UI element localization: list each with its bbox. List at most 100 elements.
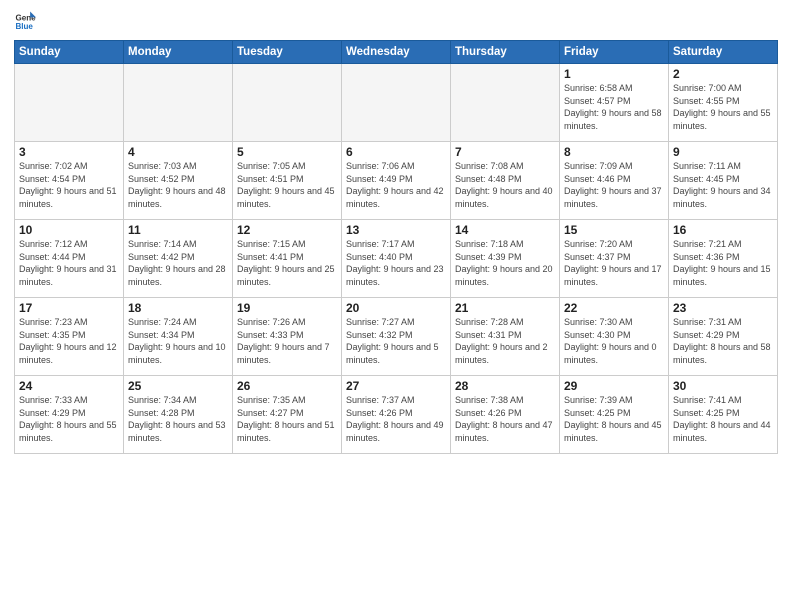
day-cell: 21Sunrise: 7:28 AM Sunset: 4:31 PM Dayli… <box>451 298 560 376</box>
day-number: 23 <box>673 301 773 315</box>
day-number: 4 <box>128 145 228 159</box>
logo-icon: General Blue <box>14 10 36 32</box>
day-cell: 3Sunrise: 7:02 AM Sunset: 4:54 PM Daylig… <box>15 142 124 220</box>
day-cell: 12Sunrise: 7:15 AM Sunset: 4:41 PM Dayli… <box>233 220 342 298</box>
day-info: Sunrise: 7:34 AM Sunset: 4:28 PM Dayligh… <box>128 394 228 444</box>
day-cell: 15Sunrise: 7:20 AM Sunset: 4:37 PM Dayli… <box>560 220 669 298</box>
week-row-1: 1Sunrise: 6:58 AM Sunset: 4:57 PM Daylig… <box>15 64 778 142</box>
day-cell: 20Sunrise: 7:27 AM Sunset: 4:32 PM Dayli… <box>342 298 451 376</box>
day-info: Sunrise: 7:12 AM Sunset: 4:44 PM Dayligh… <box>19 238 119 288</box>
day-info: Sunrise: 7:37 AM Sunset: 4:26 PM Dayligh… <box>346 394 446 444</box>
day-info: Sunrise: 7:38 AM Sunset: 4:26 PM Dayligh… <box>455 394 555 444</box>
day-cell: 27Sunrise: 7:37 AM Sunset: 4:26 PM Dayli… <box>342 376 451 454</box>
day-cell: 1Sunrise: 6:58 AM Sunset: 4:57 PM Daylig… <box>560 64 669 142</box>
day-cell: 11Sunrise: 7:14 AM Sunset: 4:42 PM Dayli… <box>124 220 233 298</box>
day-cell: 28Sunrise: 7:38 AM Sunset: 4:26 PM Dayli… <box>451 376 560 454</box>
week-row-4: 17Sunrise: 7:23 AM Sunset: 4:35 PM Dayli… <box>15 298 778 376</box>
day-info: Sunrise: 7:09 AM Sunset: 4:46 PM Dayligh… <box>564 160 664 210</box>
day-info: Sunrise: 7:11 AM Sunset: 4:45 PM Dayligh… <box>673 160 773 210</box>
day-info: Sunrise: 7:14 AM Sunset: 4:42 PM Dayligh… <box>128 238 228 288</box>
day-number: 8 <box>564 145 664 159</box>
day-info: Sunrise: 7:21 AM Sunset: 4:36 PM Dayligh… <box>673 238 773 288</box>
svg-text:Blue: Blue <box>15 22 33 31</box>
day-cell: 6Sunrise: 7:06 AM Sunset: 4:49 PM Daylig… <box>342 142 451 220</box>
header-cell-wednesday: Wednesday <box>342 41 451 64</box>
day-cell <box>342 64 451 142</box>
day-number: 26 <box>237 379 337 393</box>
day-info: Sunrise: 7:41 AM Sunset: 4:25 PM Dayligh… <box>673 394 773 444</box>
day-number: 29 <box>564 379 664 393</box>
day-cell <box>233 64 342 142</box>
day-number: 30 <box>673 379 773 393</box>
day-info: Sunrise: 7:39 AM Sunset: 4:25 PM Dayligh… <box>564 394 664 444</box>
day-cell: 18Sunrise: 7:24 AM Sunset: 4:34 PM Dayli… <box>124 298 233 376</box>
day-number: 15 <box>564 223 664 237</box>
day-cell: 14Sunrise: 7:18 AM Sunset: 4:39 PM Dayli… <box>451 220 560 298</box>
day-cell: 24Sunrise: 7:33 AM Sunset: 4:29 PM Dayli… <box>15 376 124 454</box>
day-cell: 25Sunrise: 7:34 AM Sunset: 4:28 PM Dayli… <box>124 376 233 454</box>
day-cell <box>124 64 233 142</box>
day-number: 19 <box>237 301 337 315</box>
day-info: Sunrise: 7:35 AM Sunset: 4:27 PM Dayligh… <box>237 394 337 444</box>
day-cell: 30Sunrise: 7:41 AM Sunset: 4:25 PM Dayli… <box>669 376 778 454</box>
calendar-header: SundayMondayTuesdayWednesdayThursdayFrid… <box>15 41 778 64</box>
day-number: 9 <box>673 145 773 159</box>
day-number: 3 <box>19 145 119 159</box>
header: General Blue <box>14 10 778 32</box>
header-cell-sunday: Sunday <box>15 41 124 64</box>
day-info: Sunrise: 7:15 AM Sunset: 4:41 PM Dayligh… <box>237 238 337 288</box>
day-info: Sunrise: 7:20 AM Sunset: 4:37 PM Dayligh… <box>564 238 664 288</box>
day-number: 18 <box>128 301 228 315</box>
week-row-5: 24Sunrise: 7:33 AM Sunset: 4:29 PM Dayli… <box>15 376 778 454</box>
day-cell: 13Sunrise: 7:17 AM Sunset: 4:40 PM Dayli… <box>342 220 451 298</box>
day-cell: 19Sunrise: 7:26 AM Sunset: 4:33 PM Dayli… <box>233 298 342 376</box>
day-number: 27 <box>346 379 446 393</box>
day-number: 7 <box>455 145 555 159</box>
day-info: Sunrise: 7:26 AM Sunset: 4:33 PM Dayligh… <box>237 316 337 366</box>
day-cell: 7Sunrise: 7:08 AM Sunset: 4:48 PM Daylig… <box>451 142 560 220</box>
calendar-table: SundayMondayTuesdayWednesdayThursdayFrid… <box>14 40 778 454</box>
week-row-3: 10Sunrise: 7:12 AM Sunset: 4:44 PM Dayli… <box>15 220 778 298</box>
header-cell-thursday: Thursday <box>451 41 560 64</box>
day-info: Sunrise: 7:03 AM Sunset: 4:52 PM Dayligh… <box>128 160 228 210</box>
calendar-body: 1Sunrise: 6:58 AM Sunset: 4:57 PM Daylig… <box>15 64 778 454</box>
day-number: 28 <box>455 379 555 393</box>
day-cell <box>451 64 560 142</box>
day-info: Sunrise: 7:24 AM Sunset: 4:34 PM Dayligh… <box>128 316 228 366</box>
logo: General Blue <box>14 10 40 32</box>
day-cell <box>15 64 124 142</box>
day-number: 20 <box>346 301 446 315</box>
day-info: Sunrise: 7:27 AM Sunset: 4:32 PM Dayligh… <box>346 316 446 366</box>
day-number: 14 <box>455 223 555 237</box>
day-info: Sunrise: 7:06 AM Sunset: 4:49 PM Dayligh… <box>346 160 446 210</box>
day-number: 2 <box>673 67 773 81</box>
day-number: 12 <box>237 223 337 237</box>
day-cell: 9Sunrise: 7:11 AM Sunset: 4:45 PM Daylig… <box>669 142 778 220</box>
day-cell: 17Sunrise: 7:23 AM Sunset: 4:35 PM Dayli… <box>15 298 124 376</box>
day-info: Sunrise: 7:33 AM Sunset: 4:29 PM Dayligh… <box>19 394 119 444</box>
day-cell: 4Sunrise: 7:03 AM Sunset: 4:52 PM Daylig… <box>124 142 233 220</box>
day-number: 17 <box>19 301 119 315</box>
header-row: SundayMondayTuesdayWednesdayThursdayFrid… <box>15 41 778 64</box>
day-number: 10 <box>19 223 119 237</box>
week-row-2: 3Sunrise: 7:02 AM Sunset: 4:54 PM Daylig… <box>15 142 778 220</box>
calendar-page: General Blue SundayMondayTuesdayWednesda… <box>0 0 792 612</box>
day-number: 21 <box>455 301 555 315</box>
day-cell: 2Sunrise: 7:00 AM Sunset: 4:55 PM Daylig… <box>669 64 778 142</box>
day-cell: 29Sunrise: 7:39 AM Sunset: 4:25 PM Dayli… <box>560 376 669 454</box>
day-info: Sunrise: 7:30 AM Sunset: 4:30 PM Dayligh… <box>564 316 664 366</box>
day-cell: 8Sunrise: 7:09 AM Sunset: 4:46 PM Daylig… <box>560 142 669 220</box>
day-info: Sunrise: 6:58 AM Sunset: 4:57 PM Dayligh… <box>564 82 664 132</box>
day-info: Sunrise: 7:05 AM Sunset: 4:51 PM Dayligh… <box>237 160 337 210</box>
day-cell: 26Sunrise: 7:35 AM Sunset: 4:27 PM Dayli… <box>233 376 342 454</box>
day-cell: 22Sunrise: 7:30 AM Sunset: 4:30 PM Dayli… <box>560 298 669 376</box>
day-number: 5 <box>237 145 337 159</box>
day-number: 24 <box>19 379 119 393</box>
day-number: 22 <box>564 301 664 315</box>
day-number: 13 <box>346 223 446 237</box>
day-info: Sunrise: 7:31 AM Sunset: 4:29 PM Dayligh… <box>673 316 773 366</box>
day-cell: 10Sunrise: 7:12 AM Sunset: 4:44 PM Dayli… <box>15 220 124 298</box>
day-number: 16 <box>673 223 773 237</box>
day-info: Sunrise: 7:23 AM Sunset: 4:35 PM Dayligh… <box>19 316 119 366</box>
day-info: Sunrise: 7:08 AM Sunset: 4:48 PM Dayligh… <box>455 160 555 210</box>
